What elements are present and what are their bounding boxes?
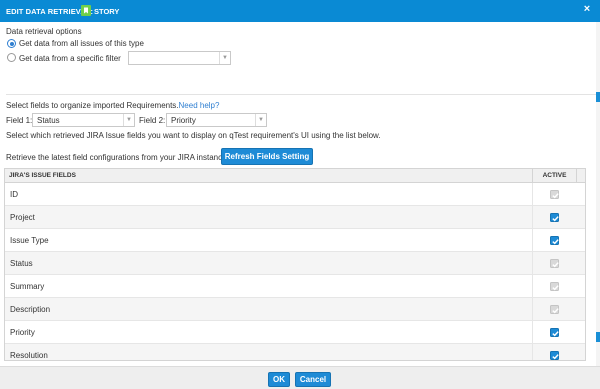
active-checkbox xyxy=(550,305,559,314)
field-name: Status xyxy=(10,259,33,268)
field1-value: Status xyxy=(37,116,60,125)
organize-description: Select fields to organize imported Requi… xyxy=(6,101,179,110)
active-cell xyxy=(532,206,576,229)
active-checkbox[interactable] xyxy=(550,213,559,222)
active-cell xyxy=(532,183,576,206)
table-row: Resolution xyxy=(5,344,585,360)
field-name: Project xyxy=(10,213,35,222)
active-cell xyxy=(532,275,576,298)
table-body: ID Project Issue Type Status Summary Descript… xyxy=(5,183,585,360)
field2-label: Field 2: xyxy=(139,116,166,125)
active-checkbox xyxy=(550,282,559,291)
radio-specific-filter[interactable] xyxy=(7,53,16,62)
radio-all-issues-label: Get data from all issues of this type xyxy=(19,39,144,48)
table-row: Status xyxy=(5,252,585,275)
field-name: Summary xyxy=(10,282,45,291)
issue-fields-table: JIRA'S ISSUE FIELDS ACTIVE ID Project Issu… xyxy=(4,168,586,361)
field2-select[interactable]: Priority ▼ xyxy=(166,113,267,127)
field1-label: Field 1: xyxy=(6,116,33,125)
active-cell xyxy=(532,252,576,275)
issue-type-label: STORY xyxy=(94,7,120,16)
need-help-link[interactable]: Need help? xyxy=(179,101,220,110)
column-header-fields: JIRA'S ISSUE FIELDS xyxy=(9,172,76,179)
table-row: ID xyxy=(5,183,585,206)
table-row: Summary xyxy=(5,275,585,298)
close-icon[interactable]: × xyxy=(580,2,594,16)
column-header-spacer xyxy=(576,169,585,183)
organize-text: Select fields to organize imported Requi… xyxy=(6,101,219,110)
field-name: Description xyxy=(10,305,51,314)
table-row: Priority xyxy=(5,321,585,344)
background-page-edge xyxy=(596,22,600,366)
active-checkbox xyxy=(550,259,559,268)
active-cell xyxy=(532,298,576,321)
dialog-footer: OK Cancel xyxy=(0,366,600,389)
table-row: Project xyxy=(5,206,585,229)
chevron-down-icon: ▼ xyxy=(255,114,266,126)
retrieval-options-heading: Data retrieval options xyxy=(6,27,82,36)
cancel-button[interactable]: Cancel xyxy=(295,372,331,387)
active-checkbox[interactable] xyxy=(550,351,559,360)
active-cell xyxy=(532,321,576,344)
chevron-down-icon: ▼ xyxy=(219,52,230,64)
field1-select[interactable]: Status ▼ xyxy=(32,113,135,127)
active-checkbox xyxy=(550,190,559,199)
field-name: Resolution xyxy=(10,351,48,360)
field-name: Priority xyxy=(10,328,35,337)
field-name: Issue Type xyxy=(10,236,49,245)
bookmark-icon xyxy=(81,5,91,16)
background-marker xyxy=(596,332,600,342)
display-fields-text: Select which retrieved JIRA Issue fields… xyxy=(6,131,381,140)
table-header: JIRA'S ISSUE FIELDS ACTIVE xyxy=(5,169,585,183)
background-marker xyxy=(596,92,600,102)
filter-select[interactable]: ▼ xyxy=(128,51,231,65)
radio-specific-filter-label: Get data from a specific filter xyxy=(19,54,121,63)
active-cell xyxy=(532,229,576,252)
field2-value: Priority xyxy=(171,116,196,125)
table-row: Description xyxy=(5,298,585,321)
refresh-fields-button[interactable]: Refresh Fields Setting xyxy=(221,148,313,165)
section-divider xyxy=(6,94,596,95)
chevron-down-icon: ▼ xyxy=(123,114,134,126)
dialog-titlebar: EDIT DATA RETRIEVAL: STORY × xyxy=(0,0,600,22)
field-name: ID xyxy=(10,190,18,199)
ok-button[interactable]: OK xyxy=(268,372,290,387)
refresh-description: Retrieve the latest field configurations… xyxy=(6,153,227,162)
active-checkbox[interactable] xyxy=(550,236,559,245)
table-row: Issue Type xyxy=(5,229,585,252)
column-header-active: ACTIVE xyxy=(532,169,576,183)
active-checkbox[interactable] xyxy=(550,328,559,337)
active-cell xyxy=(532,344,576,360)
radio-all-issues[interactable] xyxy=(7,39,16,48)
